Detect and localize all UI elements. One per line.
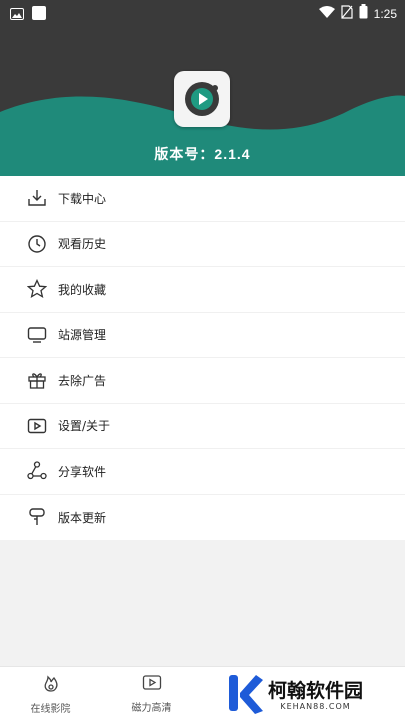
menu-item-remove-ads[interactable]: 去除广告 xyxy=(0,358,405,404)
share-icon xyxy=(26,460,48,482)
menu-item-download-center[interactable]: 下载中心 xyxy=(0,176,405,222)
nav-label: 在线影院 xyxy=(30,703,71,715)
menu-item-label: 站源管理 xyxy=(58,328,107,343)
download-icon xyxy=(26,187,48,209)
menu-item-version-update[interactable]: 版本更新 xyxy=(0,495,405,541)
menu-item-label: 设置/关于 xyxy=(58,419,111,434)
image-icon xyxy=(10,5,24,24)
menu-list: 下载中心 观看历史 我的收藏 站源管理 去除广告 设置/关于 分享软件 版本更新 xyxy=(0,176,405,540)
watermark-logo xyxy=(226,671,264,719)
app-logo xyxy=(174,71,230,127)
play-box-icon xyxy=(26,415,48,437)
nav-label: 磁力高清 xyxy=(131,702,172,714)
wifi-icon xyxy=(318,4,335,23)
status-time: 1:25 xyxy=(373,6,397,21)
app-icon xyxy=(32,5,46,24)
clock-icon xyxy=(26,233,48,255)
menu-item-watch-history[interactable]: 观看历史 xyxy=(0,222,405,267)
star-icon xyxy=(26,278,48,300)
menu-item-label: 我的收藏 xyxy=(58,282,107,297)
fire-icon xyxy=(41,673,61,697)
watermark-title: 柯翰软件园 xyxy=(268,679,364,702)
empty-area xyxy=(0,540,405,666)
play-box-icon xyxy=(142,674,162,696)
watermark-subtitle: KEHAN88.COM xyxy=(280,701,351,711)
watermark: 柯翰软件园 KEHAN88.COM xyxy=(226,672,363,718)
header: 1:25 版本号：2.1.4 xyxy=(0,0,405,176)
menu-item-label: 去除广告 xyxy=(58,373,107,388)
nav-item-online-cinema[interactable]: 在线影院 xyxy=(0,667,101,720)
menu-item-label: 分享软件 xyxy=(58,464,107,479)
monitor-icon xyxy=(26,324,48,346)
menu-item-label: 下载中心 xyxy=(58,191,107,206)
menu-item-label: 观看历史 xyxy=(58,237,107,252)
gift-icon xyxy=(26,369,48,391)
menu-item-favorites[interactable]: 我的收藏 xyxy=(0,267,405,313)
no-sim-icon xyxy=(341,4,353,23)
menu-item-source-management[interactable]: 站源管理 xyxy=(0,313,405,358)
menu-item-settings-about[interactable]: 设置/关于 xyxy=(0,404,405,449)
version-label: 版本号：2.1.4 xyxy=(154,146,251,162)
menu-item-share-app[interactable]: 分享软件 xyxy=(0,449,405,495)
update-icon xyxy=(26,506,48,528)
battery-icon xyxy=(359,4,368,23)
status-bar: 1:25 xyxy=(0,0,405,24)
menu-item-label: 版本更新 xyxy=(58,510,107,525)
nav-item-magnet-hd[interactable]: 磁力高清 xyxy=(101,667,202,720)
